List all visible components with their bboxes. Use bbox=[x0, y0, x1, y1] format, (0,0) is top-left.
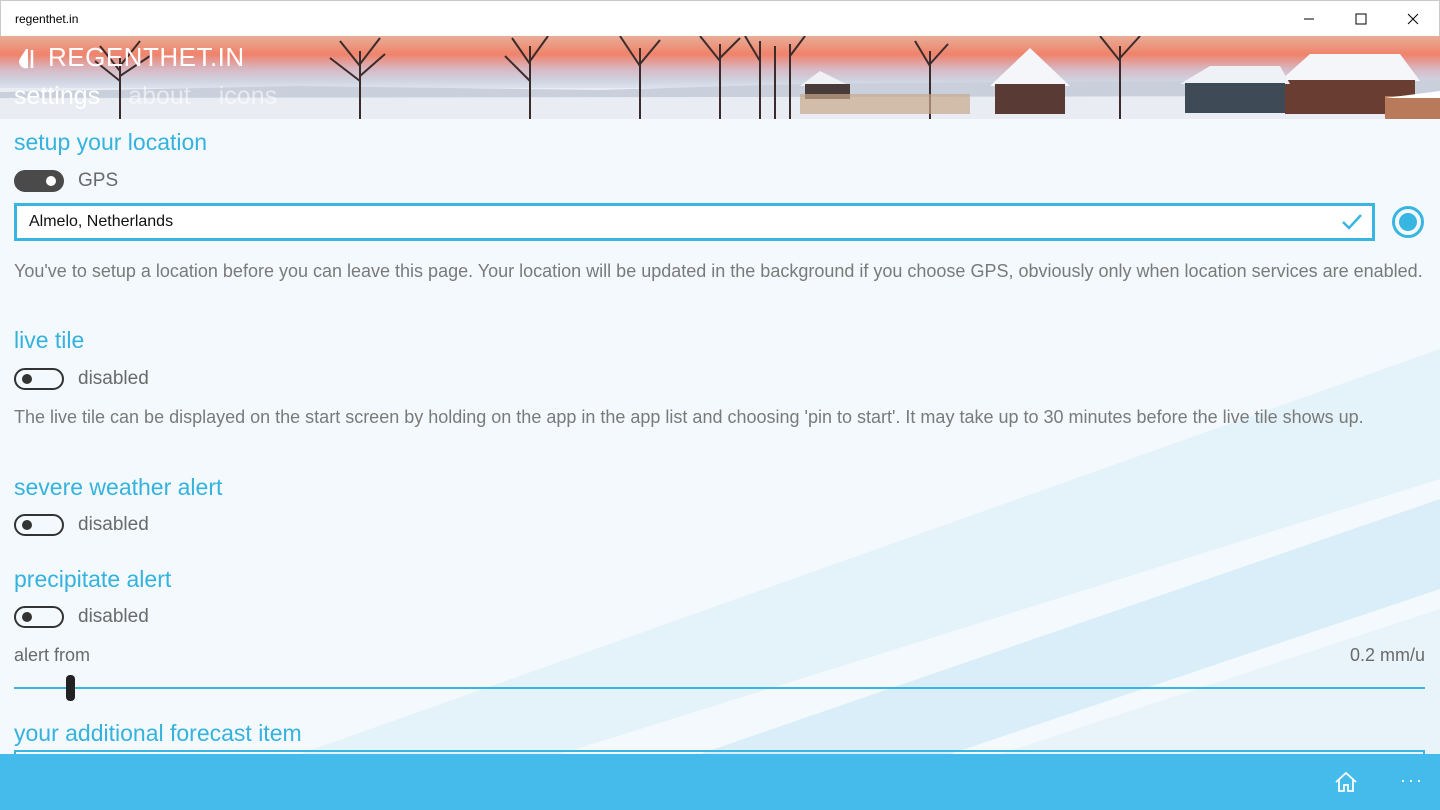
brand: REGENTHET.IN bbox=[14, 42, 245, 73]
bottom-app-bar: ··· bbox=[0, 754, 1440, 810]
alert-from-slider-track[interactable] bbox=[14, 687, 1425, 689]
minimize-icon bbox=[1304, 18, 1314, 19]
forecast-heading: your additional forecast item bbox=[14, 720, 302, 746]
precipitate-toggle[interactable] bbox=[14, 606, 64, 628]
gps-toggle-label: GPS bbox=[78, 170, 119, 191]
severe-weather-toggle-label: disabled bbox=[78, 514, 149, 535]
severe-weather-toggle[interactable] bbox=[14, 514, 64, 536]
raindrop-logo-icon bbox=[19, 48, 34, 68]
alert-from-slider-thumb[interactable] bbox=[65, 675, 75, 701]
gps-locate-icon[interactable] bbox=[1391, 205, 1425, 239]
window-title: regenthet.in bbox=[15, 11, 79, 26]
more-icon[interactable]: ··· bbox=[1400, 770, 1424, 791]
location-heading: setup your location bbox=[14, 129, 208, 155]
tab-settings[interactable]: settings bbox=[14, 82, 100, 111]
brand-name: REGENTHET.IN bbox=[48, 42, 245, 72]
close-button[interactable] bbox=[1387, 1, 1439, 37]
header-banner: REGENTHET.IN settings about icons bbox=[0, 36, 1440, 119]
precipitate-heading: precipitate alert bbox=[14, 566, 172, 592]
close-icon bbox=[1407, 13, 1419, 24]
location-description: You've to setup a location before you ca… bbox=[14, 261, 1423, 281]
precipitate-toggle-row: disabled bbox=[14, 606, 149, 628]
live-tile-toggle-row: disabled bbox=[14, 368, 149, 390]
location-input[interactable]: Almelo, Netherlands bbox=[14, 203, 1375, 241]
location-input-value: Almelo, Netherlands bbox=[29, 213, 174, 230]
gps-toggle[interactable] bbox=[14, 170, 64, 192]
header-tabs: settings about icons bbox=[14, 82, 277, 111]
live-tile-description: The live tile can be displayed on the st… bbox=[14, 407, 1364, 427]
minimize-button[interactable] bbox=[1283, 1, 1335, 37]
alert-from-label: alert from bbox=[14, 645, 91, 665]
severe-weather-toggle-row: disabled bbox=[14, 514, 149, 536]
settings-content[interactable]: setup your location GPS Almelo, Netherla… bbox=[0, 119, 1440, 754]
live-tile-toggle-label: disabled bbox=[78, 368, 149, 389]
alert-from-value: 0.2 mm/u bbox=[1349, 645, 1425, 665]
gps-toggle-row: GPS bbox=[14, 170, 118, 192]
home-icon[interactable] bbox=[1334, 771, 1358, 793]
tab-about[interactable]: about bbox=[128, 82, 191, 111]
severe-weather-heading: severe weather alert bbox=[14, 474, 223, 500]
checkmark-icon[interactable] bbox=[1332, 213, 1372, 231]
alert-from-row: alert from 0.2 mm/u bbox=[14, 645, 1425, 666]
tab-icons[interactable]: icons bbox=[219, 82, 277, 111]
precipitate-toggle-label: disabled bbox=[78, 606, 149, 627]
maximize-icon bbox=[1355, 13, 1367, 24]
live-tile-heading: live tile bbox=[14, 327, 85, 353]
maximize-button[interactable] bbox=[1335, 1, 1387, 37]
live-tile-toggle[interactable] bbox=[14, 368, 64, 390]
window-titlebar: regenthet.in bbox=[0, 0, 1440, 36]
